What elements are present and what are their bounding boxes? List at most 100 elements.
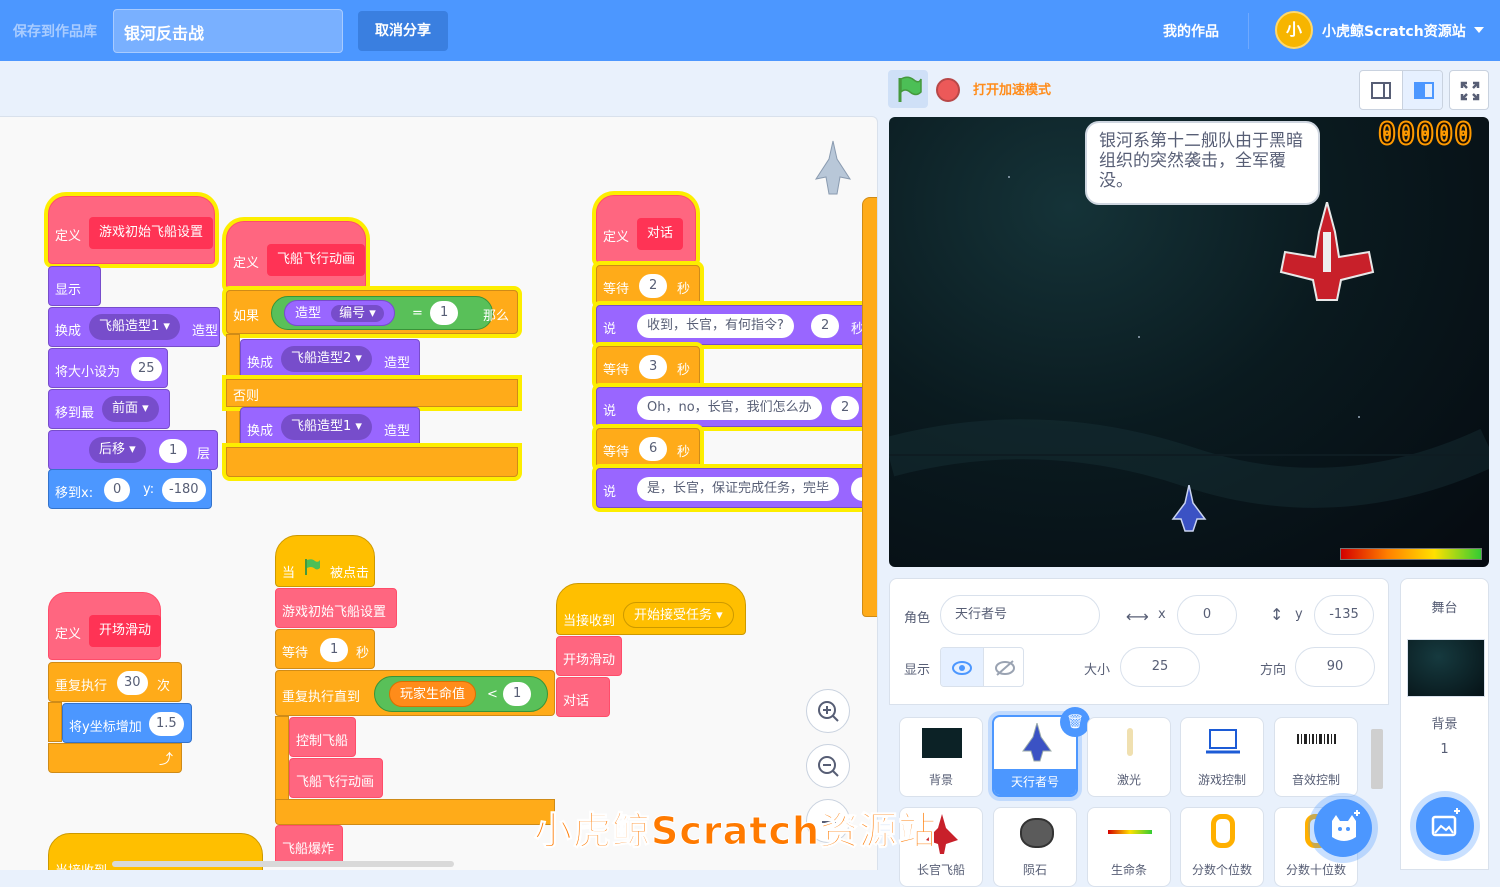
show-button[interactable] [941,648,983,686]
save-to-library-button[interactable]: 保存到作品库 [13,21,97,41]
code-workspace[interactable]: 定义 游戏初始飞船设置 显示 换成 飞船造型1 ▾ 造型 将大小设为 25 移到… [0,116,878,870]
my-works-link[interactable]: 我的作品 [1163,21,1219,41]
avatar[interactable]: 小 [1275,11,1313,49]
change-y-input[interactable]: 1.5 [149,712,184,736]
direction-dropdown[interactable]: 后移 ▾ [89,437,146,463]
offscreen-script-edge[interactable] [862,197,877,617]
call-dialog-block[interactable]: 对话 [556,677,610,717]
goto-layer-block[interactable]: 移到最 前面 ▾ [48,389,170,429]
project-title-input[interactable]: 银河反击战 [113,9,343,53]
call-animation-block[interactable]: 飞船飞行动画 [289,758,383,798]
wait-input[interactable]: 6 [639,437,668,461]
repeat-until-block[interactable]: 重复执行直到 玩家生命值 < 1 [275,670,555,716]
define-block-dialog[interactable]: 定义 对话 [596,195,696,263]
sprite-tile-lifebar[interactable]: 生命条 [1087,807,1171,887]
small-stage-button[interactable] [1360,71,1402,109]
say-seconds-input[interactable]: 2 [811,314,840,338]
switch-costume-block-2[interactable]: 换成 飞船造型2 ▾ 造型 [240,339,420,379]
say-text-input[interactable]: 是，长官，保证完成任务，完毕 [637,477,840,501]
y-input[interactable]: -180 [162,478,206,502]
green-flag-button[interactable] [888,70,928,108]
costume-dropdown[interactable]: 飞船造型1 ▾ [281,414,372,440]
choose-backdrop-button[interactable] [1416,797,1474,855]
zoom-in-button[interactable] [806,689,850,733]
turbo-mode-toggle[interactable]: 打开加速模式 [973,79,1051,98]
zoom-out-button[interactable] [806,744,850,788]
move-layer-block[interactable]: 后移 ▾ 1 层 [48,430,218,470]
switch-costume-block[interactable]: 换成 飞船造型1 ▾ 造型 [48,307,220,347]
define-block-init[interactable]: 定义 游戏初始飞船设置 [48,196,215,264]
fullscreen-button[interactable] [1449,70,1489,110]
say-block-3[interactable]: 说 是，长官，保证完成任务，完毕 2 [596,468,877,508]
goto-xy-block[interactable]: 移到x: 0 y: -180 [48,469,212,509]
call-init-block[interactable]: 游戏初始飞船设置 [275,588,397,628]
say-text-input[interactable]: 收到，长官，有何指令? [637,314,794,338]
choose-sprite-button[interactable] [1314,799,1372,857]
sprite-tile-laser[interactable]: 激光 [1087,717,1171,797]
when-receive-block[interactable]: 当接收到 开始接受任务 ▾ [556,583,746,635]
change-y-block[interactable]: 将y坐标增加 1.5 [62,703,192,743]
costume-dropdown[interactable]: 飞船造型2 ▾ [281,346,372,372]
wait-input[interactable]: 3 [639,355,668,379]
set-size-block[interactable]: 将大小设为 25 [48,348,168,388]
switch-costume-block-3[interactable]: 换成 飞船造型1 ▾ 造型 [240,407,420,447]
repeat-count-input[interactable]: 30 [117,671,148,695]
unshare-button[interactable]: 取消分享 [358,11,448,51]
equals-operator[interactable]: 造型 编号 ▾ = 1 [271,296,493,330]
costume-property-dropdown[interactable]: 编号 ▾ [331,305,384,322]
say-block-1[interactable]: 说 收到，长官，有何指令? 2 秒 [596,305,877,345]
layer-count-input[interactable]: 1 [159,439,188,463]
stop-button[interactable] [936,78,960,102]
say-block-2[interactable]: 说 Oh，no，长官，我们怎么办 2 [596,387,877,427]
call-explode-block[interactable]: 飞船爆炸 [275,825,343,865]
watermark: 小虎鲸Scratch资源站 [533,809,938,854]
when-flag-clicked-block[interactable]: 当 被点击 [275,535,375,587]
player-lives-variable[interactable]: 玩家生命值 [389,681,477,707]
x-input[interactable]: 0 [1177,595,1237,635]
less-than-value-input[interactable]: 1 [503,682,532,706]
wait-block-1[interactable]: 等待 2 秒 [596,265,700,305]
switch-label: 换成 [55,324,82,339]
wait-input[interactable]: 1 [320,638,349,662]
horizontal-scrollbar[interactable] [112,861,454,867]
wait-input[interactable]: 2 [639,274,668,298]
less-than-operator[interactable]: 玩家生命值 < 1 [374,676,548,712]
wait-block-4[interactable]: 等待 1 秒 [275,629,375,669]
say-text-input[interactable]: Oh，no，长官，我们怎么办 [637,396,822,420]
equals-value-input[interactable]: 1 [430,301,459,325]
sprite-tile-score-ones[interactable]: 分数个位数 [1180,807,1264,887]
sprite-tile-game-control[interactable]: 游戏控制 [1180,717,1264,797]
hide-button[interactable] [983,648,1023,686]
layer-dropdown[interactable]: 前面 ▾ [102,396,159,422]
define-block-animation[interactable]: 定义 飞船飞行动画 [226,221,366,289]
sprite-tile-meteor[interactable]: 陨石 [993,807,1077,887]
if-else-block[interactable]: 如果 造型 编号 ▾ = 1 那么 [226,290,518,334]
large-stage-button[interactable] [1402,71,1442,109]
sprite-tile-skywalker[interactable]: 天行者号 🗑 [992,707,1090,797]
backdrop-thumbnail [1407,639,1485,697]
define-block-intro[interactable]: 定义 开场滑动 [48,592,162,660]
account-name[interactable]: 小虎鲸Scratch资源站 [1322,21,1466,41]
call-control-block[interactable]: 控制飞船 [289,717,356,757]
sprite-tile-sound-control[interactable]: 音效控制 [1274,717,1358,797]
size-input[interactable]: 25 [131,357,162,381]
account-dropdown-icon[interactable] [1474,27,1484,33]
repeat-block[interactable]: 重复执行 30 次 [48,662,182,702]
size-input[interactable]: 25 [1120,647,1200,687]
wait-block-3[interactable]: 等待 6 秒 [596,428,700,468]
y-input[interactable]: -135 [1314,595,1374,635]
costume-reporter[interactable]: 造型 编号 ▾ [284,300,395,326]
scrollbar-thumb[interactable] [1371,729,1383,789]
message-dropdown[interactable]: 开始接受任务 ▾ [623,602,734,628]
sprite-tile-background[interactable]: 背景 [899,717,983,797]
call-intro-block[interactable]: 开场滑动 [556,636,622,676]
wait-block-2[interactable]: 等待 3 秒 [596,346,700,386]
x-input[interactable]: 0 [104,478,131,502]
say-seconds-input[interactable]: 2 [831,396,860,420]
delete-sprite-button[interactable]: 🗑 [1060,707,1090,737]
direction-input[interactable]: 90 [1295,647,1375,687]
times-label: 次 [157,679,171,694]
show-block[interactable]: 显示 [48,266,101,306]
sprite-name-input[interactable]: 天行者号 [940,595,1100,635]
costume-dropdown[interactable]: 飞船造型1 ▾ [89,314,180,340]
